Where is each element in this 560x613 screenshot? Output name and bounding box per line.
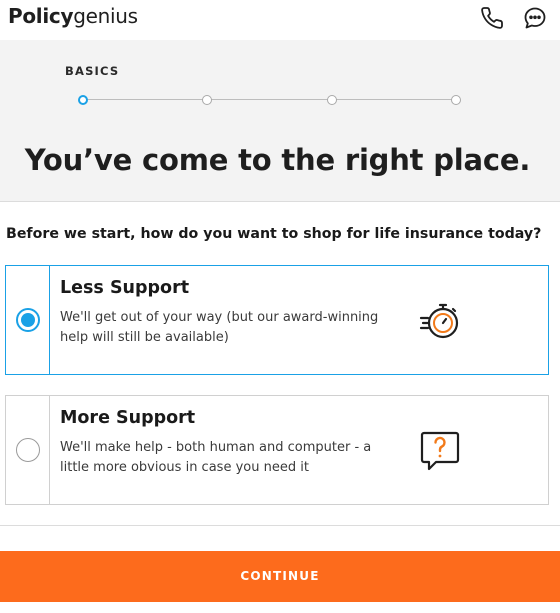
more-support-radio[interactable]: [16, 438, 40, 462]
logo-light-text: genius: [73, 4, 138, 28]
phone-icon[interactable]: [480, 5, 506, 31]
progress-track: [83, 99, 456, 100]
option-less-support[interactable]: Less Support We'll get out of your way (…: [5, 265, 549, 375]
chat-icon[interactable]: [522, 5, 548, 31]
less-support-radio[interactable]: [16, 308, 40, 332]
radio-column: [6, 266, 50, 374]
logo-bold-text: Policy: [8, 4, 74, 28]
top-header: Policygenius: [0, 0, 560, 40]
stopwatch-icon: [416, 296, 464, 344]
progress-step-3: [327, 95, 337, 105]
step-label: BASICS: [65, 64, 120, 78]
radio-column: [6, 396, 50, 504]
option-title: Less Support: [60, 278, 190, 298]
progress-step-2: [202, 95, 212, 105]
progress-step-1: [78, 95, 88, 105]
policygenius-logo[interactable]: Policygenius: [8, 3, 138, 29]
hero-section: BASICS You’ve come to the right place.: [0, 40, 560, 202]
question-bubble-icon: [416, 426, 464, 474]
footer-divider: [0, 525, 560, 526]
option-more-support[interactable]: More Support We'll make help - both huma…: [5, 395, 549, 505]
option-description: We'll make help - both human and compute…: [60, 440, 372, 475]
question-text: Before we start, how do you want to shop…: [6, 226, 542, 242]
option-title: More Support: [60, 408, 196, 428]
page-headline: You’ve come to the right place.: [24, 143, 531, 177]
progress-step-4: [451, 95, 461, 105]
continue-button[interactable]: CONTINUE: [0, 551, 560, 602]
option-description: We'll get out of your way (but our award…: [60, 310, 379, 345]
